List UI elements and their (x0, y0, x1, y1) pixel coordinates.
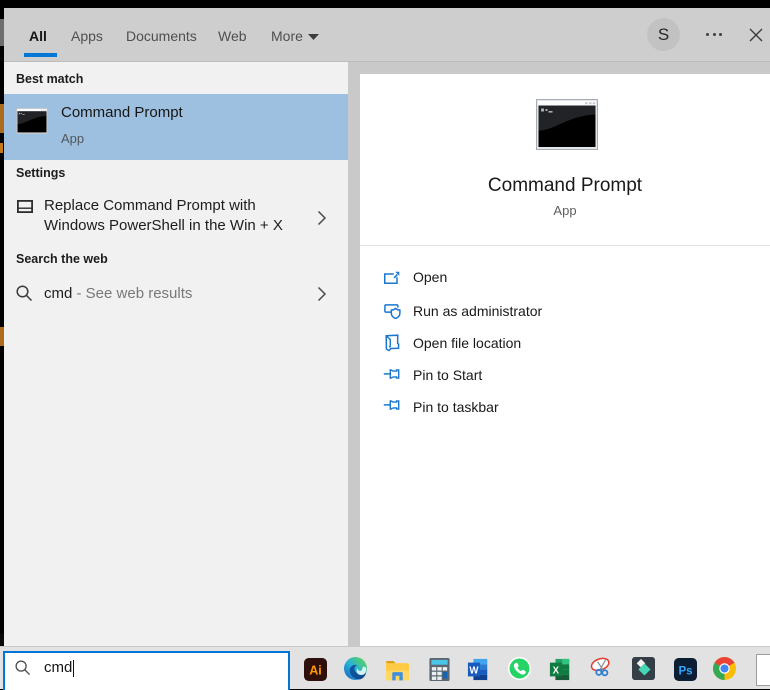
svg-text:W: W (469, 666, 479, 677)
svg-text:X: X (553, 666, 560, 677)
svg-text:Ps: Ps (678, 665, 692, 677)
svg-text:Ai: Ai (309, 664, 322, 678)
